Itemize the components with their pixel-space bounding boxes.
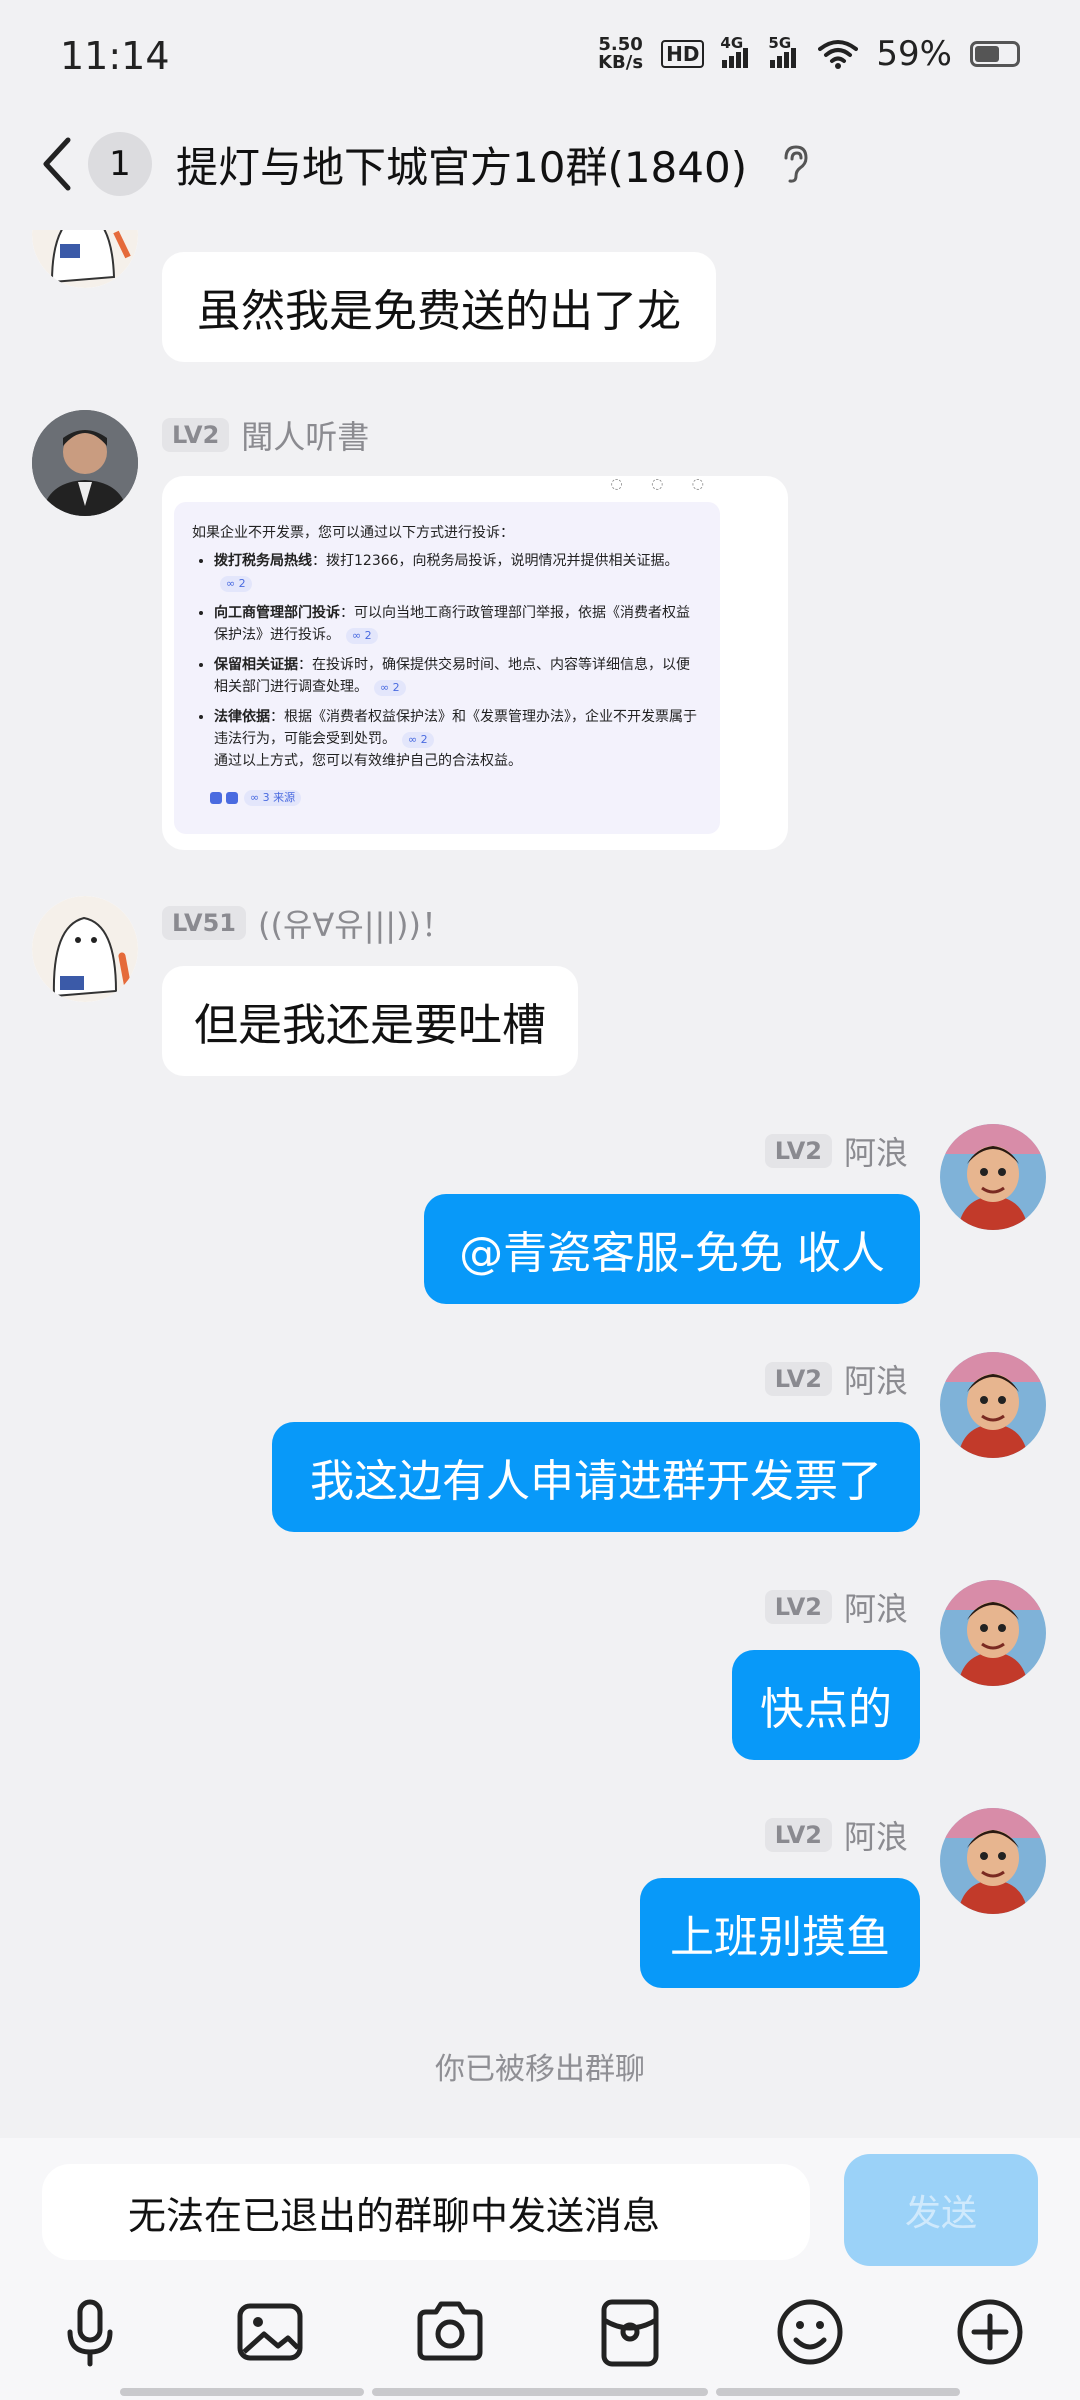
red-packet-icon[interactable] [590,2292,670,2372]
ghost-avatar-icon [32,896,138,1002]
message-meta: LV2 阿浪 [764,1128,908,1174]
sender-name[interactable]: ((유∀유|||))！ [258,900,453,946]
message-meta: LV51 ((유∀유|||))！ [162,900,453,946]
image-message[interactable]: ◌ ◌ ◌ 如果企业不开发票，您可以通过以下方式进行投诉： 拨打税务局热线：拨打… [162,476,788,850]
message-meta: LV2 阿浪 [764,1584,908,1630]
reference-badge: ∞ 2 [374,680,406,696]
signal-4g-icon: 4G [720,34,752,68]
image-icon[interactable] [230,2292,310,2372]
sources-row: ∞ 3 来源 [210,790,302,806]
chat-header: 1 提灯与地下城官方10群(1840) [0,120,1080,220]
level-badge: LV51 [162,906,246,940]
plus-icon[interactable] [950,2292,1030,2372]
message-bubble[interactable]: 上班别摸鱼 [640,1878,920,1988]
net-speed-unit: KB/s [598,52,644,73]
image-outro: 通过以上方式，您可以有效维护自己的合法权益。 [214,753,522,769]
status-bar: 11:14 5.50 KB/s HD 4G 5G 59% [0,0,1080,120]
level-badge: LV2 [764,1134,832,1168]
signal-5g-icon: 5G [768,34,800,68]
avatar[interactable] [940,1352,1046,1458]
message-bubble[interactable]: 我这边有人申请进群开发票了 [272,1422,920,1532]
home-indicator [120,2388,364,2396]
level-badge: LV2 [764,1362,832,1396]
avatar[interactable] [32,410,138,516]
list-item: 保留相关证据：在投诉时，确保提供交易时间、地点、内容等详细信息，以便相关部门进行… [214,654,702,698]
camera-icon[interactable] [410,2292,490,2372]
reference-badge: ∞ 2 [220,576,252,592]
message-meta: LV2 聞人听書 [162,412,369,458]
send-button[interactable]: 发送 [844,2154,1038,2266]
level-badge: LV2 [162,418,230,452]
signal-4g-label: 4G [720,34,744,52]
sender-name[interactable]: 阿浪 [844,1812,908,1858]
avatar[interactable] [32,896,138,1002]
sender-name[interactable]: 阿浪 [844,1584,908,1630]
image-content: 如果企业不开发票，您可以通过以下方式进行投诉： 拨打税务局热线：拨打12366，… [174,502,720,834]
net-speed: 5.50 KB/s [598,36,643,72]
battery-percent: 59% [876,34,952,74]
message-bubble[interactable]: @青瓷客服-免免 收人 [424,1194,920,1304]
message-bubble[interactable]: 快点的 [732,1650,920,1760]
status-time: 11:14 [60,34,170,78]
wifi-icon [818,40,859,69]
list-item: 向工商管理部门投诉：可以向当地工商行政管理部门举报，依据《消费者权益保护法》进行… [214,602,702,646]
system-notice: 你已被移出群聊 [435,2052,645,2087]
source-icon [226,792,238,804]
home-indicator [716,2388,960,2396]
input-area: 无法在已退出的群聊中发送消息 发送 [0,2138,1080,2400]
image-intro: 如果企业不开发票，您可以通过以下方式进行投诉： [192,525,514,541]
status-indicators: 5.50 KB/s HD 4G 5G 59% [598,34,1020,74]
emoji-icon[interactable] [770,2292,850,2372]
person-avatar-icon [32,410,138,516]
avatar[interactable] [940,1580,1046,1686]
chevron-left-icon[interactable] [38,134,78,194]
unread-badge[interactable]: 1 [88,132,152,196]
message-meta: LV2 阿浪 [764,1356,908,1402]
cartoon-avatar-icon [940,1124,1046,1230]
battery-icon [970,41,1020,67]
chat-toolbar [0,2292,1080,2372]
sources-badge: ∞ 3 来源 [244,790,302,806]
list-item: 法律依据：根据《消费者权益保护法》和《发票管理办法》，企业不开发票属于违法行为，… [214,706,702,750]
avatar[interactable] [940,1808,1046,1914]
cartoon-avatar-icon [940,1580,1046,1686]
microphone-icon[interactable] [50,2292,130,2372]
page-title[interactable]: 提灯与地下城官方10群(1840) [176,134,747,195]
cartoon-avatar-icon [940,1352,1046,1458]
home-indicator [372,2388,708,2396]
ear-icon [784,145,808,183]
cartoon-avatar-icon [940,1808,1046,1914]
sender-name[interactable]: 聞人听書 [241,412,369,458]
sender-name[interactable]: 阿浪 [844,1356,908,1402]
source-icon [210,792,222,804]
card-action-icons: ◌ ◌ ◌ [610,476,716,492]
signal-5g-label: 5G [768,34,792,52]
message-bubble[interactable]: 虽然我是免费送的出了龙 [162,252,716,362]
hd-icon: HD [661,40,705,68]
avatar[interactable] [940,1124,1046,1230]
reference-badge: ∞ 2 [346,628,378,644]
level-badge: LV2 [764,1818,832,1852]
message-bubble[interactable]: 但是我还是要吐槽 [162,966,578,1076]
list-item: 拨打税务局热线：拨打12366，向税务局投诉，说明情况并提供相关证据。∞ 2 [214,550,702,594]
reference-badge: ∞ 2 [402,732,434,748]
message-meta: LV2 阿浪 [764,1812,908,1858]
level-badge: LV2 [764,1590,832,1624]
sender-name[interactable]: 阿浪 [844,1128,908,1174]
message-input[interactable]: 无法在已退出的群聊中发送消息 [42,2164,810,2260]
image-list: 拨打税务局热线：拨打12366，向税务局投诉，说明情况并提供相关证据。∞ 2 向… [192,550,702,750]
